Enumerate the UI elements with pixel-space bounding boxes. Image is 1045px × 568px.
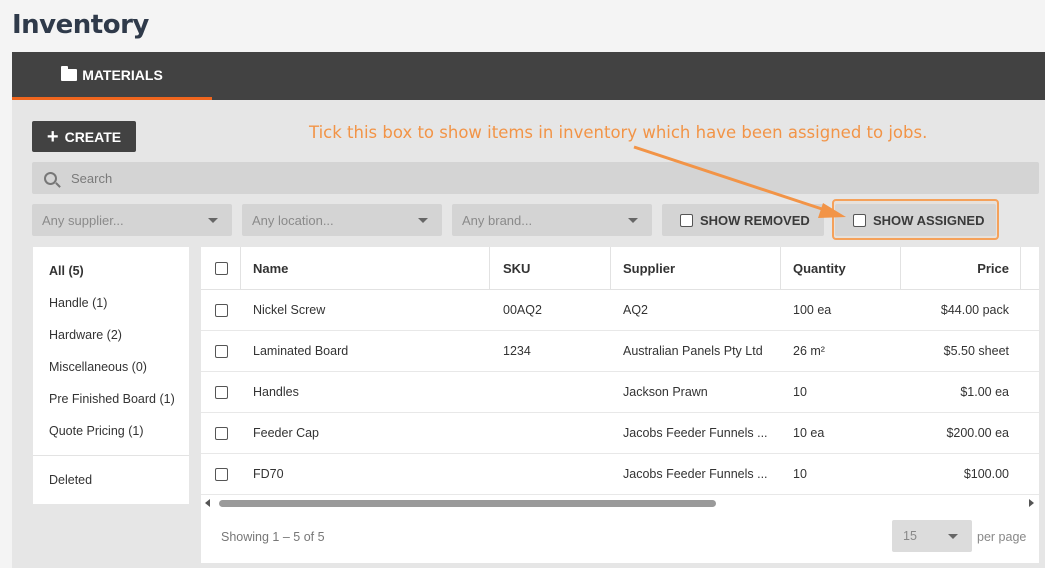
row-checkbox[interactable]: [215, 331, 235, 371]
cell-name: Feeder Cap: [253, 426, 320, 440]
per-page-label: per page: [977, 530, 1027, 544]
row-checkbox[interactable]: [215, 413, 235, 453]
table-row[interactable]: Nickel Screw 00AQ2 AQ2 100 ea $44.00 pac…: [201, 290, 1039, 331]
select-all-checkbox[interactable]: [215, 247, 235, 289]
cell-price: $100.00: [963, 467, 1009, 481]
table-row[interactable]: Feeder Cap Jacobs Feeder Funnels ... 10 …: [201, 413, 1039, 454]
cell-quantity: 26 m²: [793, 344, 825, 358]
cell-sku: [503, 454, 603, 494]
column-header-quantity[interactable]: Quantity: [793, 247, 893, 289]
folder-icon: [61, 65, 78, 81]
chevron-down-icon: [948, 534, 958, 539]
cell-supplier: Jackson Prawn: [623, 385, 708, 399]
category-hardware[interactable]: Hardware (2): [49, 328, 122, 342]
search-input[interactable]: [71, 170, 471, 186]
page-title: Inventory: [12, 10, 149, 40]
table-row[interactable]: FD70 Jacobs Feeder Funnels ... 10 $100.0…: [201, 454, 1039, 495]
cell-price: $200.00 ea: [946, 426, 1009, 440]
show-removed-label: SHOW REMOVED: [700, 212, 810, 228]
checkbox-icon: [215, 344, 228, 358]
chevron-down-icon: [418, 218, 428, 223]
checkbox-icon: [215, 426, 228, 440]
sidebar-divider: [33, 455, 189, 456]
column-header-sku[interactable]: SKU: [503, 247, 603, 289]
column-header-supplier[interactable]: Supplier: [623, 247, 773, 289]
cell-quantity: 10 ea: [793, 426, 825, 440]
checkbox-icon: [215, 303, 228, 317]
scrollbar-thumb[interactable]: [219, 500, 716, 507]
cell-price: $5.50 sheet: [943, 344, 1009, 358]
cell-supplier: Jacobs Feeder Funnels ...: [623, 426, 768, 440]
category-all[interactable]: All (5): [49, 264, 84, 278]
column-header-price[interactable]: Price: [913, 247, 1009, 289]
row-checkbox[interactable]: [215, 290, 235, 330]
cell-supplier: Jacobs Feeder Funnels ...: [623, 467, 768, 481]
cell-price: $1.00 ea: [960, 385, 1009, 399]
checkbox-icon: [215, 385, 228, 399]
brand-select-value: Any brand...: [462, 212, 533, 228]
table-row[interactable]: Handles Jackson Prawn 10 $1.00 ea: [201, 372, 1039, 413]
cell-quantity: 10: [793, 385, 807, 399]
cell-sku: 00AQ2: [503, 303, 542, 317]
chevron-down-icon: [628, 218, 638, 223]
brand-select[interactable]: Any brand...: [452, 204, 652, 236]
category-deleted[interactable]: Deleted: [49, 473, 92, 487]
cell-price: $44.00 pack: [940, 303, 1009, 317]
tab-materials-label: MATERIALS: [82, 66, 163, 83]
tab-bar: MATERIALS: [12, 52, 1045, 100]
checkbox-icon: [215, 261, 228, 275]
table-header: Name SKU Supplier Quantity Price: [201, 247, 1039, 290]
table-row[interactable]: Laminated Board 1234 Australian Panels P…: [201, 331, 1039, 372]
location-select[interactable]: Any location...: [242, 204, 442, 236]
scroll-left-icon[interactable]: [205, 499, 210, 507]
location-select-value: Any location...: [252, 212, 334, 228]
category-sidebar: All (5) Handle (1) Hardware (2) Miscella…: [33, 247, 189, 504]
cell-sku: 1234: [503, 344, 531, 358]
search-icon: [44, 171, 57, 185]
checkbox-icon: [680, 213, 693, 227]
category-miscellaneous[interactable]: Miscellaneous (0): [49, 360, 147, 374]
supplier-select[interactable]: Any supplier...: [32, 204, 232, 236]
annotation-callout: Tick this box to show items in inventory…: [309, 123, 928, 142]
cell-name: Nickel Screw: [253, 303, 326, 317]
chevron-down-icon: [208, 218, 218, 223]
horizontal-scrollbar[interactable]: [201, 497, 1039, 509]
category-handle[interactable]: Handle (1): [49, 296, 107, 310]
checkbox-icon: [215, 467, 228, 481]
tab-materials[interactable]: MATERIALS: [12, 52, 212, 100]
create-button-label: CREATE: [64, 128, 122, 145]
checkbox-icon: [853, 213, 866, 227]
scroll-right-icon[interactable]: [1029, 499, 1034, 507]
cell-supplier: Australian Panels Pty Ltd: [623, 344, 763, 358]
category-quote-pricing[interactable]: Quote Pricing (1): [49, 424, 143, 438]
cell-name: Laminated Board: [253, 344, 349, 358]
cell-name: Handles: [253, 385, 299, 399]
supplier-select-value: Any supplier...: [42, 212, 124, 228]
pagination-summary: Showing 1 – 5 of 5: [221, 530, 325, 544]
cell-quantity: 10: [793, 467, 807, 481]
cell-sku: [503, 413, 603, 453]
cell-supplier: AQ2: [623, 303, 649, 317]
materials-table: Name SKU Supplier Quantity Price Nickel …: [201, 247, 1039, 563]
per-page-select[interactable]: 15: [892, 520, 972, 552]
column-header-name[interactable]: Name: [253, 247, 483, 289]
category-pre-finished-board[interactable]: Pre Finished Board (1): [49, 392, 175, 406]
show-assigned-toggle[interactable]: SHOW ASSIGNED: [835, 204, 996, 236]
per-page-value: 15: [903, 529, 917, 543]
row-checkbox[interactable]: [215, 454, 235, 494]
cell-sku: [503, 372, 603, 412]
cell-name: FD70: [253, 467, 284, 481]
show-removed-toggle[interactable]: SHOW REMOVED: [662, 204, 824, 236]
plus-icon: +: [46, 125, 59, 148]
cell-quantity: 100 ea: [793, 303, 832, 317]
search-bar[interactable]: [32, 162, 1039, 194]
row-checkbox[interactable]: [215, 372, 235, 412]
show-assigned-label: SHOW ASSIGNED: [873, 212, 985, 228]
create-button[interactable]: + CREATE: [32, 121, 136, 152]
